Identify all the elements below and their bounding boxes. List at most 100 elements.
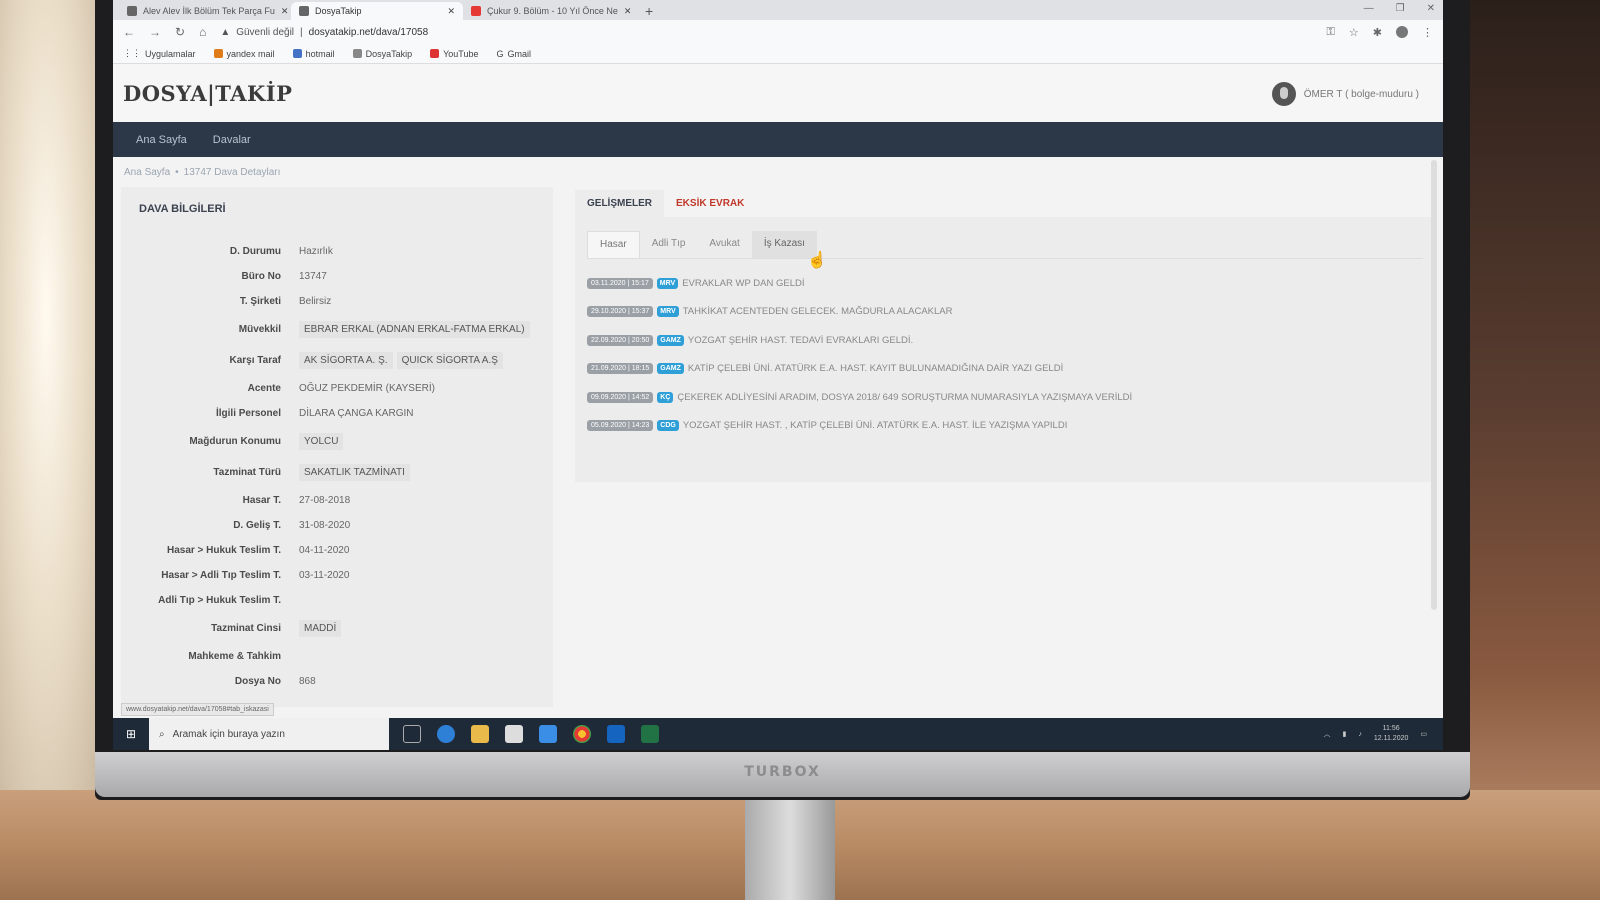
nav-cases-link[interactable]: Davalar [213,134,251,146]
search-placeholder: Aramak için buraya yazın [172,728,285,740]
event-date: 05.09.2020 | 14:23 [587,420,654,432]
subtab-avukat[interactable]: Avukat [697,231,751,258]
field-label: Mağdurun Konumu [189,436,281,447]
chrome-icon[interactable] [573,725,591,743]
event-text: ÇEKEREK ADLİYESİNİ ARADIM, DOSYA 2018/ 6… [677,391,1133,403]
key-icon[interactable]: ⚿ [1327,26,1335,39]
field-value: MADDİ [299,620,345,637]
network-icon[interactable]: ▮ [1343,730,1347,738]
bookmark-gmail[interactable]: G Gmail [496,49,531,59]
store-icon[interactable] [505,725,523,743]
subtab-hasar[interactable]: Hasar [587,231,640,258]
url-field[interactable]: ▲ Güvenli değil | dosyatakip.net/dava/17… [220,27,428,38]
task-view-icon[interactable] [403,725,421,743]
case-field-row: D. Durumu Hazırlık [139,239,535,264]
field-value: EBRAR ERKAL (ADNAN ERKAL-FATMA ERKAL) [299,321,534,338]
app-logo[interactable]: DOSYA|TAKİP [123,81,292,106]
bookmark-yandex[interactable]: yandex mail [213,49,275,59]
browser-tabbar: Alev Alev İlk Bölüm Tek Parça Fu ✕ Dosya… [113,0,1443,20]
event-date: 29.10.2020 | 15:37 [587,306,654,318]
field-value: DİLARA ÇANGA KARGIN [299,408,414,419]
field-label: Hasar > Adli Tıp Teslim T. [161,570,281,581]
minimize-icon[interactable]: — [1364,3,1374,14]
subtab-adli-tip[interactable]: Adli Tıp [640,231,698,258]
address-bar: ← → ↻ ⌂ ▲ Güvenli değil | dosyatakip.net… [113,20,1443,44]
field-value: YOLCU [299,433,347,450]
page-scrollbar[interactable] [1431,160,1437,610]
breadcrumb-home[interactable]: Ana Sayfa [124,167,170,178]
event-list: 03.11.2020 | 15:17 MRV EVRAKLAR WP DAN GEL… [587,269,1423,440]
new-tab-button[interactable]: + [635,2,663,20]
google-icon: G [496,48,504,59]
field-tag: MADDİ [299,620,342,637]
mail-app-icon[interactable] [539,725,557,743]
dosyatakip-icon [352,49,362,58]
bookmarks-bar: ⋮⋮ Uygulamalar yandex mail hotmail DosyaT… [113,44,1443,64]
field-tag: QUICK SİGORTA A.Ş [396,352,503,369]
outlook-app-icon[interactable] [607,725,625,743]
excel-icon[interactable] [641,725,659,743]
reload-icon[interactable]: ↻ [175,25,185,39]
field-label: İlgili Personel [215,408,281,419]
field-label: Dosya No [234,676,281,687]
bookmark-youtube[interactable]: YouTube [430,49,478,59]
taskbar-apps [389,725,659,743]
event-item: 22.09.2020 | 20:50 GAMZ YOZGAT ŞEHİR HAST.… [587,326,1423,355]
forward-icon[interactable]: → [149,25,161,39]
notification-icon[interactable]: ▭ [1420,730,1427,738]
back-icon[interactable]: ← [123,25,135,39]
field-value: 868 [299,676,316,687]
field-label: Tazminat Türü [213,467,281,478]
browser-tab[interactable]: Çukur 9. Bölüm - 10 Yıl Önce Ne ✕ [463,2,635,20]
event-user-badge: CDG [657,420,679,432]
warning-icon: ▲ [220,26,231,38]
bookmark-apps[interactable]: ⋮⋮ Uygulamalar [123,48,196,59]
field-tag: EBRAR ERKAL (ADNAN ERKAL-FATMA ERKAL) [299,321,530,338]
mouse-cursor-icon: ☝ [807,252,827,269]
edge-icon[interactable] [437,725,455,743]
browser-tab[interactable]: Alev Alev İlk Bölüm Tek Parça Fu ✕ [119,2,291,20]
file-explorer-icon[interactable] [471,725,489,743]
tray-chevron-icon[interactable]: ︿ [1324,729,1331,739]
monitor-stand [745,797,835,900]
home-icon[interactable]: ⌂ [199,25,206,39]
profile-icon[interactable] [1396,26,1408,38]
case-field-row: Mağdurun Konumu YOLCU [139,426,535,457]
tab-title: Alev Alev İlk Bölüm Tek Parça Fu [143,6,275,16]
case-field-row: Tazminat Cinsi MADDİ [139,613,535,644]
clock[interactable]: 11:56 12.11.2020 [1374,724,1409,744]
event-text: YOZGAT ŞEHİR HAST. TEDAVİ EVRAKLARI GELD… [687,334,914,346]
window-controls: — ❐ ✕ [1364,3,1435,14]
field-value: OĞUZ PEKDEMİR (KAYSERİ) [299,383,435,394]
screen: Alev Alev İlk Bölüm Tek Parça Fu ✕ Dosya… [113,0,1443,750]
field-value: 13747 [299,271,327,282]
tab-developments[interactable]: GELİŞMELER [575,190,665,217]
taskbar-search[interactable]: ⌕ Aramak için buraya yazın [149,718,389,750]
bookmark-hotmail[interactable]: hotmail [292,49,335,59]
url-text: dosyatakip.net/dava/17058 [308,26,429,38]
windows-start-icon[interactable]: ⊞ [113,718,149,750]
bookmark-dosyatakip[interactable]: DosyaTakip [352,49,412,59]
extensions-icon[interactable]: ✱ [1373,26,1382,39]
event-user-badge: GAMZ [657,363,684,375]
nav-home-link[interactable]: Ana Sayfa [136,134,187,146]
user-menu[interactable]: ÖMER T ( bolge-muduru ) [1271,82,1419,106]
star-icon[interactable]: ☆ [1349,26,1359,39]
close-icon[interactable]: ✕ [624,6,632,17]
system-tray: ︿ ▮ ♪ 11:56 12.11.2020 ▭ [1324,724,1444,744]
event-date: 03.11.2020 | 15:17 [587,277,653,289]
event-user-badge: MRV [656,277,679,289]
close-icon[interactable]: ✕ [447,6,455,17]
browser-tab-active[interactable]: DosyaTakip ✕ [291,2,463,20]
case-field-row: Acente OĞUZ PEKDEMİR (KAYSERİ) [139,376,535,401]
tab-title: DosyaTakip [315,6,362,16]
menu-icon[interactable]: ⋮ [1422,26,1433,39]
close-window-icon[interactable]: ✕ [1427,3,1435,14]
maximize-icon[interactable]: ❐ [1396,3,1405,14]
close-icon[interactable]: ✕ [281,6,289,17]
event-item: 09.09.2020 | 14:52 KÇ ÇEKEREK ADLİYESİNİ A… [587,383,1423,412]
volume-icon[interactable]: ♪ [1358,731,1362,738]
monitor-brand: TURBOX [744,764,821,780]
field-value: 27-08-2018 [299,495,351,506]
tab-missing-documents[interactable]: EKSİK EVRAK [664,190,756,217]
